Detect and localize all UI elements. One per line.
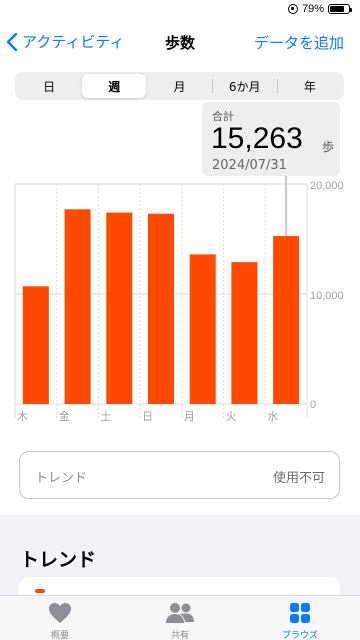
tab-browse[interactable]: ブラウズ [240,596,360,640]
y-tick-label-0: 0 [310,399,316,411]
segment-item[interactable]: 日 [17,74,81,98]
status-right: 79% [287,3,352,15]
status-bar: 79% [0,0,360,22]
segment-item[interactable]: 6か月 [213,74,277,98]
navigation-bar: アクティビティ 歩数 データを追加 [0,25,360,59]
chevron-left-icon [6,32,18,51]
trends-section: トレンド [0,515,360,607]
tab-summary[interactable]: 概要 [0,596,120,640]
segment-item[interactable]: 年 [278,74,342,98]
bar-2 [106,212,133,404]
x-tick-label-2: 土 [100,410,111,423]
x-tick-label-0: 木 [17,410,28,423]
grid-icon [290,603,310,623]
trend-item-icon [35,589,45,593]
callout-unit: 歩 [322,140,335,154]
bar-5 [231,262,258,404]
section-title: トレンド [20,549,97,571]
bar-4 [189,254,216,404]
tab-sharing-label: 共有 [170,631,189,640]
orientation-lock-icon [287,4,298,14]
tab-bar: 概要 共有 ブラウズ [0,595,360,640]
segment-item[interactable]: 週 [82,74,147,98]
y-tick-label-1: 10,000 [310,290,344,302]
back-button[interactable]: アクティビティ [6,31,124,52]
trend-card-value: 使用不可 [272,471,325,486]
segment-item[interactable]: 月 [147,74,211,98]
bar-3 [148,213,174,404]
battery-icon [328,4,352,14]
chart-svg: 木 金 土 日 月 火 水 0 10,000 20,000 [14,176,344,423]
trend-card-label: トレンド [35,471,88,486]
add-data-button[interactable]: データを追加 [254,32,344,53]
tab-summary-label: 概要 [50,631,69,640]
x-tick-label-4: 月 [184,410,195,423]
x-tick-label-5: 火 [226,410,237,423]
steps-bar-chart[interactable]: 木 金 土 日 月 火 水 0 10,000 20,000 [0,176,360,426]
x-tick-label-1: 金 [59,409,70,423]
trend-card[interactable]: トレンド 使用不可 [19,451,340,499]
callout-date: 2024/07/31 [212,158,287,173]
tab-browse-label: ブラウズ [281,631,318,640]
x-tick-label-6: 水 [267,410,278,423]
callout-value: 15,263 [211,122,303,155]
back-button-label: アクティビティ [22,33,125,51]
battery-fill [330,6,345,12]
period-segmented-control: 日週月 6か月年 [15,72,344,100]
y-tick-label-2: 20,000 [310,180,344,192]
bar-6 [273,236,300,404]
bar-0 [22,286,49,404]
x-tick-label-3: 日 [142,410,153,423]
bar-1 [64,209,91,404]
selected-total-callout: 合計 15,263 歩 2024/07/31 [202,102,340,176]
battery-cap [350,8,352,12]
heart-icon [49,603,71,623]
people-icon [166,603,194,623]
tab-sharing[interactable]: 共有 [120,596,240,640]
battery-percent: 79% [301,3,324,15]
